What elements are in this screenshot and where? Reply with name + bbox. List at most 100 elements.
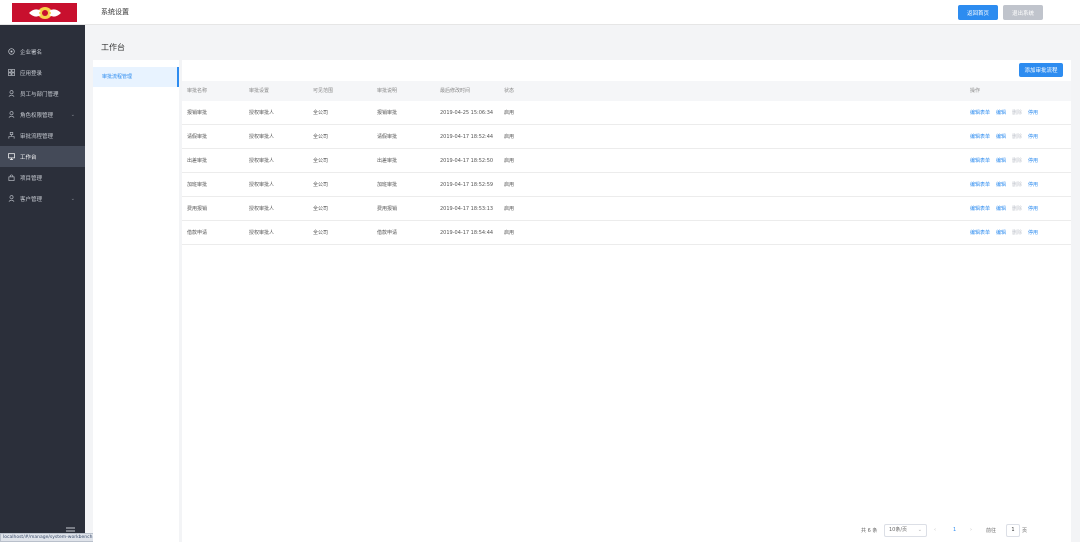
sidebar-item-role-permissions[interactable]: 角色权限管理 ⌄ (0, 104, 85, 125)
page-size-select[interactable]: 10条/页 ⌄ (884, 524, 927, 537)
disable-link[interactable]: 停用 (1028, 197, 1038, 221)
cell-setting: 授权审批人 (249, 110, 275, 116)
delete-link: 删除 (1012, 206, 1023, 212)
cell-time: 2019-04-17 18:53:13 (440, 206, 494, 212)
delete-link: 删除 (1012, 182, 1023, 188)
sidebar-item-label: 工作台 (20, 154, 37, 161)
cell-status: 启用 (504, 206, 515, 212)
cell-setting: 授权审批人 (249, 230, 275, 236)
system-title: 系统设置 (101, 8, 129, 16)
user-icon (7, 111, 15, 119)
cell-time: 2019-04-17 18:52:44 (440, 134, 494, 140)
column-header: 审批设置 (249, 88, 270, 94)
user-icon (7, 90, 15, 98)
cell-desc: 费用报销 (377, 206, 398, 212)
left-panel: 审批流程管理 (93, 60, 179, 542)
sidebar-item-company[interactable]: 企业署名 (0, 41, 85, 62)
sidebar-item-label: 企业署名 (20, 49, 43, 56)
table-row: 加班审批 授权审批人 全公司 加班审批 2019-04-17 18:52:59 … (182, 173, 1071, 197)
main-panel: 添加审批流程 审批名称 审批设置 可见范围 审批说明 最后修改时间 状态 操作 … (182, 60, 1071, 542)
cell-setting: 授权审批人 (249, 206, 275, 212)
cell-time: 2019-04-17 18:52:59 (440, 182, 494, 188)
row-actions: 编辑表单 编辑 删除 停用 (970, 101, 1038, 125)
edit-form-link[interactable]: 编辑表单 (970, 149, 990, 173)
sidebar-item-label: 客户管理 (20, 196, 43, 203)
edit-link[interactable]: 编辑 (996, 173, 1006, 197)
user-icon (7, 195, 15, 203)
column-header: 最后修改时间 (440, 88, 471, 94)
cell-scope: 全公司 (313, 110, 329, 116)
table-header: 审批名称 审批设置 可见范围 审批说明 最后修改时间 状态 操作 (182, 81, 1071, 101)
cell-scope: 全公司 (313, 182, 329, 188)
disable-link[interactable]: 停用 (1028, 149, 1038, 173)
edit-link[interactable]: 编辑 (996, 125, 1006, 149)
goto-page-input[interactable]: 1 (1006, 524, 1020, 537)
edit-form-link[interactable]: 编辑表单 (970, 197, 990, 221)
browser-status-url: localhost/#/manage/system-workbench (0, 533, 103, 542)
delete-link: 删除 (1012, 230, 1023, 236)
sidebar-item-app-login[interactable]: 应用登录 (0, 62, 85, 83)
cell-setting: 授权审批人 (249, 182, 275, 188)
cell-setting: 授权审批人 (249, 158, 275, 164)
row-actions: 编辑表单 编辑 删除 停用 (970, 125, 1038, 149)
sidebar-item-label: 审批流程管理 (20, 133, 54, 140)
logo-emblem-icon (28, 6, 61, 19)
edit-form-link[interactable]: 编辑表单 (970, 101, 990, 125)
edit-form-link[interactable]: 编辑表单 (970, 125, 990, 149)
cell-desc: 加班审批 (377, 182, 398, 188)
cell-time: 2019-04-17 18:52:50 (440, 158, 494, 164)
column-header: 审批名称 (187, 88, 208, 94)
cell-name: 借款申请 (187, 230, 208, 236)
sidebar-item-staff-dept[interactable]: 员工与部门管理 (0, 83, 85, 104)
cell-status: 启用 (504, 182, 515, 188)
add-approval-flow-button[interactable]: 添加审批流程 (1019, 63, 1063, 77)
delete-link: 删除 (1012, 134, 1023, 140)
sidebar-item-workbench[interactable]: 工作台 (0, 146, 85, 167)
sidebar-item-label: 应用登录 (20, 70, 43, 77)
edit-link[interactable]: 编辑 (996, 149, 1006, 173)
prev-page-icon[interactable]: ‹ (934, 527, 936, 533)
sidebar-item-label: 项目管理 (20, 175, 43, 182)
table-row: 借款申请 授权审批人 全公司 借款申请 2019-04-17 18:54:44 … (182, 221, 1071, 245)
edit-form-link[interactable]: 编辑表单 (970, 221, 990, 245)
column-header: 审批说明 (377, 88, 398, 94)
page-size-value: 10条/页 (889, 527, 908, 533)
cell-name: 请假审批 (187, 134, 208, 140)
grid-icon (7, 69, 15, 77)
sidebar-item-projects[interactable]: 项目管理 (0, 167, 85, 188)
cell-status: 启用 (504, 134, 515, 140)
disable-link[interactable]: 停用 (1028, 101, 1038, 125)
home-button[interactable]: 返回首页 (958, 5, 998, 20)
row-actions: 编辑表单 编辑 删除 停用 (970, 149, 1038, 173)
cell-status: 启用 (504, 158, 515, 164)
edit-link[interactable]: 编辑 (996, 221, 1006, 245)
cell-desc: 请假审批 (377, 134, 398, 140)
sidebar-item-approval-flow[interactable]: 审批流程管理 (0, 125, 85, 146)
chevron-down-icon: ⌄ (70, 195, 75, 202)
pagination-total: 共 6 条 (861, 528, 878, 534)
edit-link[interactable]: 编辑 (996, 197, 1006, 221)
cell-name: 费用报销 (187, 206, 208, 212)
page-number-current[interactable]: 1 (953, 527, 956, 533)
cell-name: 加班审批 (187, 182, 208, 188)
exit-button[interactable]: 退出系统 (1003, 5, 1043, 20)
delete-link: 删除 (1012, 110, 1023, 116)
row-actions: 编辑表单 编辑 删除 停用 (970, 173, 1038, 197)
disable-link[interactable]: 停用 (1028, 173, 1038, 197)
sidebar-item-customers[interactable]: 客户管理 ⌄ (0, 188, 85, 209)
sidebar-item-label: 角色权限管理 (20, 112, 54, 119)
row-actions: 编辑表单 编辑 删除 停用 (970, 221, 1038, 245)
next-page-icon[interactable]: › (970, 527, 972, 533)
cell-scope: 全公司 (313, 230, 329, 236)
page-suffix-label: 页 (1022, 528, 1028, 534)
cell-name: 报销审批 (187, 110, 208, 116)
company-logo[interactable] (12, 3, 77, 22)
page-title: 工作台 (101, 43, 125, 52)
disable-link[interactable]: 停用 (1028, 221, 1038, 245)
left-panel-item-approval-flow[interactable]: 审批流程管理 (93, 67, 179, 87)
disable-link[interactable]: 停用 (1028, 125, 1038, 149)
edit-form-link[interactable]: 编辑表单 (970, 173, 990, 197)
table-row: 费用报销 授权审批人 全公司 费用报销 2019-04-17 18:53:13 … (182, 197, 1071, 221)
cell-status: 启用 (504, 230, 515, 236)
edit-link[interactable]: 编辑 (996, 101, 1006, 125)
